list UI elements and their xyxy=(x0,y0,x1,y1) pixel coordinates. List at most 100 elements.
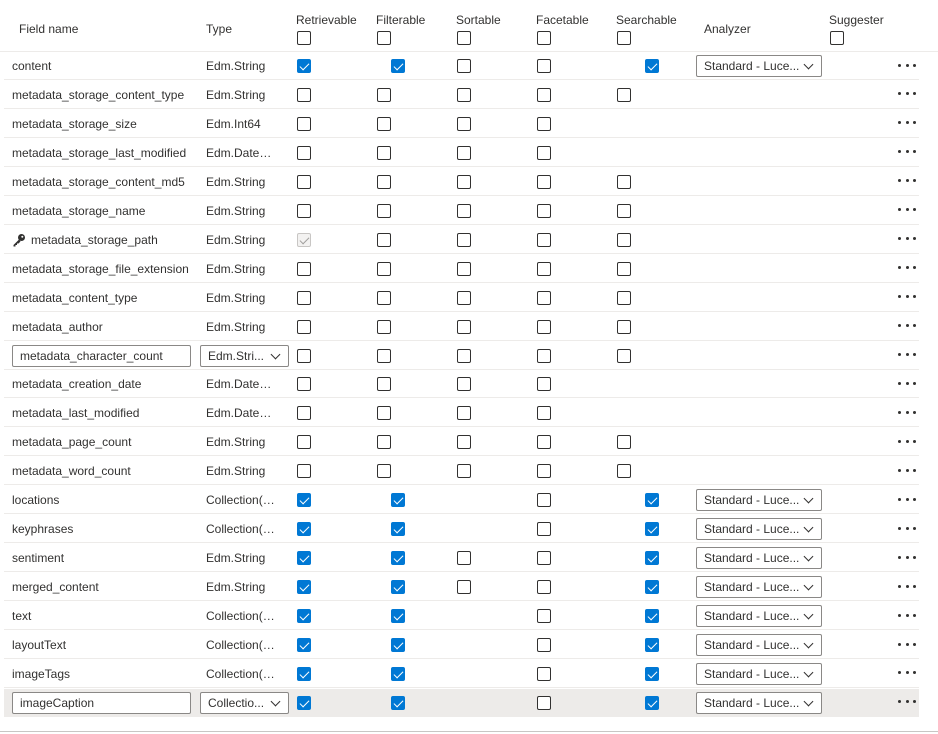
more-options-icon[interactable] xyxy=(898,580,916,592)
filterable-checkbox[interactable] xyxy=(391,609,405,624)
searchable-checkbox[interactable] xyxy=(617,261,631,276)
filterable-checkbox[interactable] xyxy=(391,695,405,710)
searchable-checkbox[interactable] xyxy=(645,666,659,681)
filterable-checkbox[interactable] xyxy=(377,116,391,131)
searchable-checkbox[interactable] xyxy=(645,59,659,73)
more-options-icon[interactable] xyxy=(898,291,916,303)
table-row[interactable]: locations Collection(E... Standard - Luce.… xyxy=(4,486,919,515)
sortable-checkbox[interactable] xyxy=(457,348,471,363)
more-options-icon[interactable] xyxy=(898,320,916,332)
table-row[interactable]: layoutText Collection(E... Standard - Luce… xyxy=(4,631,919,659)
sortable-checkbox[interactable] xyxy=(457,203,471,218)
filterable-checkbox[interactable] xyxy=(391,580,405,595)
facetable-checkbox[interactable] xyxy=(537,551,551,566)
table-row[interactable]: metadata_storage_content_md5 Edm.String xyxy=(4,168,919,196)
table-row[interactable]: sentiment Edm.String Standard - Luce... xyxy=(4,544,919,573)
facetable-checkbox[interactable] xyxy=(537,145,551,160)
sortable-checkbox[interactable] xyxy=(457,174,471,189)
facetable-all-checkbox[interactable] xyxy=(537,31,551,45)
filterable-checkbox[interactable] xyxy=(377,348,391,363)
searchable-all-checkbox[interactable] xyxy=(617,31,631,45)
table-row[interactable]: metadata_content_type Edm.String xyxy=(4,284,919,312)
facetable-checkbox[interactable] xyxy=(537,638,551,652)
more-options-icon[interactable] xyxy=(898,233,916,245)
filterable-checkbox[interactable] xyxy=(377,203,391,218)
filterable-checkbox[interactable] xyxy=(377,87,391,102)
facetable-checkbox[interactable] xyxy=(537,522,551,537)
facetable-checkbox[interactable] xyxy=(537,695,551,710)
more-options-icon[interactable] xyxy=(898,175,916,187)
more-options-icon[interactable] xyxy=(898,435,916,447)
searchable-checkbox[interactable] xyxy=(617,435,631,450)
analyzer-dropdown[interactable]: Standard - Luce... xyxy=(696,55,822,77)
sortable-checkbox[interactable] xyxy=(457,406,471,421)
retrievable-checkbox[interactable] xyxy=(297,348,311,363)
sortable-all-checkbox[interactable] xyxy=(457,31,471,45)
searchable-checkbox[interactable] xyxy=(617,174,631,189)
filterable-checkbox[interactable] xyxy=(377,261,391,276)
facetable-checkbox[interactable] xyxy=(537,59,551,73)
more-options-icon[interactable] xyxy=(898,204,916,216)
table-row[interactable]: metadata_storage_last_modified Edm.DateTi… xyxy=(4,139,919,167)
type-dropdown[interactable]: Collectio... xyxy=(200,691,289,714)
retrievable-checkbox[interactable] xyxy=(297,290,311,305)
more-options-icon[interactable] xyxy=(898,88,916,100)
facetable-checkbox[interactable] xyxy=(537,666,551,681)
retrievable-checkbox[interactable] xyxy=(297,261,311,276)
retrievable-checkbox[interactable] xyxy=(297,174,311,189)
more-options-icon[interactable] xyxy=(898,146,916,158)
sortable-checkbox[interactable] xyxy=(457,261,471,276)
more-options-icon[interactable] xyxy=(898,464,916,476)
table-row[interactable]: text Collection(E... Standard - Luce... xyxy=(4,602,919,631)
retrievable-checkbox[interactable] xyxy=(297,580,311,595)
table-row[interactable]: imageTags Collection(E... Standard - Luce.… xyxy=(4,660,919,688)
retrievable-checkbox[interactable] xyxy=(297,551,311,566)
facetable-checkbox[interactable] xyxy=(537,609,551,624)
field-name-input[interactable]: metadata_character_count xyxy=(12,344,191,367)
facetable-checkbox[interactable] xyxy=(537,435,551,450)
filterable-checkbox[interactable] xyxy=(391,666,405,681)
searchable-checkbox[interactable] xyxy=(617,203,631,218)
searchable-checkbox[interactable] xyxy=(617,87,631,102)
filterable-checkbox[interactable] xyxy=(377,174,391,189)
retrievable-checkbox[interactable] xyxy=(297,493,311,508)
sortable-checkbox[interactable] xyxy=(457,551,471,566)
table-row[interactable]: metadata_last_modified Edm.DateTi... xyxy=(4,399,919,428)
table-row[interactable]: imageCaption Collectio... Standard - Luce.… xyxy=(4,688,919,717)
more-options-icon[interactable] xyxy=(898,349,916,361)
sortable-checkbox[interactable] xyxy=(457,59,471,73)
table-row[interactable]: metadata_creation_date Edm.DateTi... xyxy=(4,370,919,399)
searchable-checkbox[interactable] xyxy=(617,464,631,479)
analyzer-dropdown[interactable]: Standard - Luce... xyxy=(696,662,822,685)
facetable-checkbox[interactable] xyxy=(537,261,551,276)
filterable-checkbox[interactable] xyxy=(391,522,405,537)
table-row[interactable]: metadata_author Edm.String xyxy=(4,313,919,341)
facetable-checkbox[interactable] xyxy=(537,377,551,392)
more-options-icon[interactable] xyxy=(898,638,916,650)
facetable-checkbox[interactable] xyxy=(537,87,551,102)
searchable-checkbox[interactable] xyxy=(645,493,659,508)
facetable-checkbox[interactable] xyxy=(537,580,551,595)
table-row[interactable]: merged_content Edm.String Standard - Luce.… xyxy=(4,573,919,602)
searchable-checkbox[interactable] xyxy=(645,638,659,652)
sortable-checkbox[interactable] xyxy=(457,116,471,131)
analyzer-dropdown[interactable]: Standard - Luce... xyxy=(696,691,822,714)
searchable-checkbox[interactable] xyxy=(617,290,631,305)
type-dropdown[interactable]: Edm.Stri... xyxy=(200,344,289,367)
filterable-checkbox[interactable] xyxy=(391,551,405,566)
analyzer-dropdown[interactable]: Standard - Luce... xyxy=(696,634,822,656)
analyzer-dropdown[interactable]: Standard - Luce... xyxy=(696,605,822,628)
facetable-checkbox[interactable] xyxy=(537,319,551,334)
field-name-input[interactable]: imageCaption xyxy=(12,691,191,714)
retrievable-checkbox[interactable] xyxy=(297,377,311,392)
analyzer-dropdown[interactable]: Standard - Luce... xyxy=(696,576,822,599)
more-options-icon[interactable] xyxy=(898,262,916,274)
searchable-checkbox[interactable] xyxy=(645,609,659,624)
facetable-checkbox[interactable] xyxy=(537,493,551,508)
more-options-icon[interactable] xyxy=(898,377,916,389)
retrievable-checkbox[interactable] xyxy=(297,522,311,537)
facetable-checkbox[interactable] xyxy=(537,116,551,131)
more-options-icon[interactable] xyxy=(898,667,916,679)
analyzer-dropdown[interactable]: Standard - Luce... xyxy=(696,489,822,512)
retrievable-checkbox[interactable] xyxy=(297,319,311,334)
